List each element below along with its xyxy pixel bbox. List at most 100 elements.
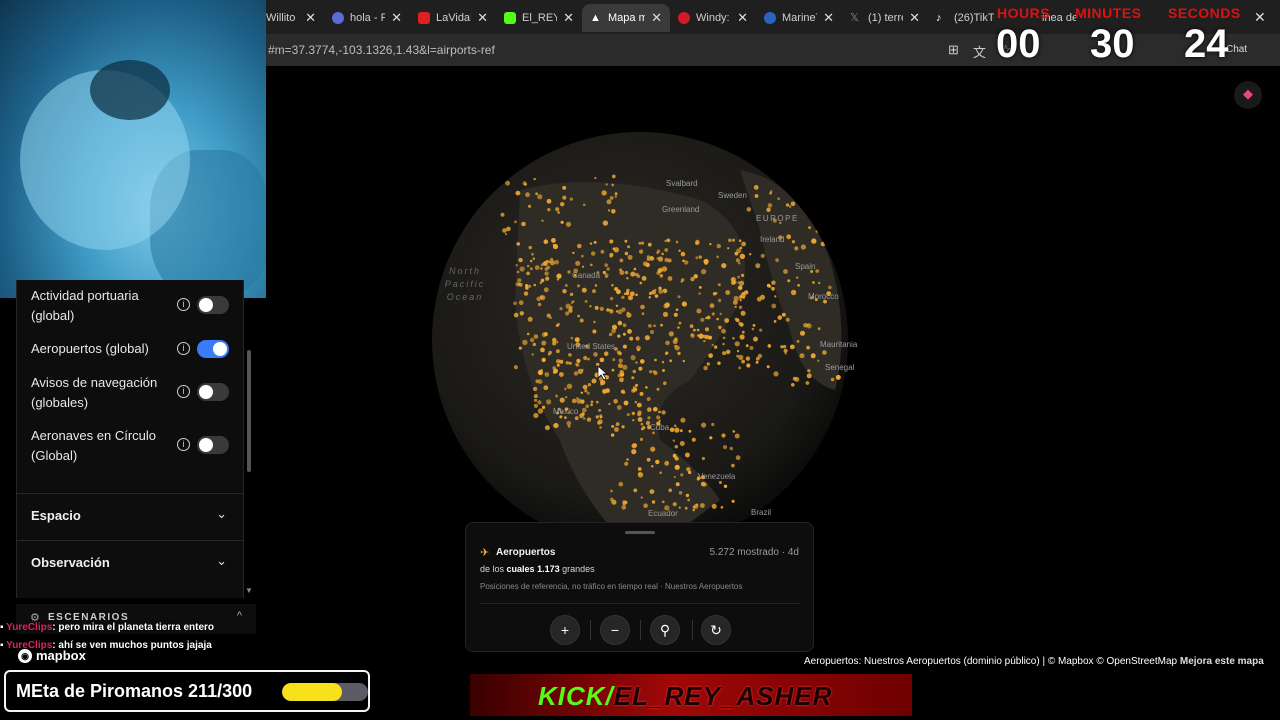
- airport-dot[interactable]: [688, 470, 692, 475]
- airport-dot[interactable]: [622, 323, 627, 328]
- airport-dot[interactable]: [562, 185, 567, 190]
- section-espacio[interactable]: Espacio ⌄: [17, 493, 243, 539]
- airport-dot[interactable]: [627, 245, 631, 249]
- airport-dot[interactable]: [548, 350, 552, 355]
- airport-dot[interactable]: [678, 321, 682, 325]
- airport-dot[interactable]: [622, 391, 626, 394]
- airport-dot[interactable]: [618, 358, 623, 363]
- airport-dot[interactable]: [537, 194, 543, 200]
- airport-dot[interactable]: [648, 296, 651, 299]
- airport-dot[interactable]: [654, 288, 657, 292]
- airport-dot[interactable]: [651, 289, 656, 295]
- airport-dot[interactable]: [609, 308, 613, 312]
- airport-dot[interactable]: [533, 403, 539, 408]
- airport-dot[interactable]: [593, 352, 598, 357]
- airport-dot[interactable]: [677, 326, 680, 329]
- airport-dot[interactable]: [613, 399, 618, 404]
- airport-dot[interactable]: [546, 265, 551, 270]
- airport-dot[interactable]: [768, 284, 772, 288]
- browser-tab[interactable]: ♪ (26)TikTo: [928, 4, 1002, 32]
- airport-dot[interactable]: [663, 381, 667, 386]
- airport-dot[interactable]: [732, 337, 735, 340]
- airport-dot[interactable]: [617, 334, 621, 338]
- airport-dot[interactable]: [591, 251, 596, 256]
- browser-tab[interactable]: 𝕏 (1) terre ✕: [842, 4, 928, 32]
- airport-dot[interactable]: [579, 413, 584, 419]
- airport-dot[interactable]: [621, 505, 627, 510]
- airport-dot[interactable]: [662, 288, 668, 294]
- airport-dot[interactable]: [590, 263, 593, 267]
- airport-dot[interactable]: [556, 359, 561, 364]
- airport-dot[interactable]: [544, 267, 549, 271]
- airport-dot[interactable]: [684, 452, 690, 458]
- airport-dot[interactable]: [775, 258, 779, 262]
- airport-dot[interactable]: [624, 251, 629, 256]
- airport-dot[interactable]: [677, 295, 681, 299]
- airport-dot[interactable]: [760, 253, 765, 258]
- airport-dot[interactable]: [810, 353, 816, 359]
- airport-dot[interactable]: [634, 272, 639, 277]
- airport-dot[interactable]: [830, 208, 834, 213]
- airport-dot[interactable]: [704, 334, 710, 340]
- airport-dot[interactable]: [815, 269, 819, 273]
- airport-dot[interactable]: [718, 481, 722, 484]
- airport-dot[interactable]: [549, 316, 552, 320]
- airport-dot[interactable]: [611, 283, 614, 287]
- airport-dot[interactable]: [655, 459, 660, 465]
- airport-dot[interactable]: [673, 424, 677, 428]
- airport-dot[interactable]: [581, 254, 584, 258]
- airport-dot[interactable]: [559, 359, 564, 364]
- airport-dot[interactable]: [830, 377, 835, 382]
- airport-dot[interactable]: [738, 354, 744, 360]
- airport-dot[interactable]: [783, 348, 788, 353]
- airport-dot[interactable]: [657, 268, 663, 274]
- browser-tab[interactable]: Willito St ✕: [258, 4, 324, 32]
- airport-dot[interactable]: [547, 260, 551, 264]
- airport-dot[interactable]: [608, 332, 613, 337]
- airport-dot[interactable]: [543, 261, 548, 266]
- tab-close-icon[interactable]: ✕: [737, 10, 748, 26]
- airport-dot[interactable]: [736, 350, 740, 353]
- airport-dot[interactable]: [674, 456, 680, 461]
- airport-dot[interactable]: [759, 328, 763, 332]
- airport-dot[interactable]: [659, 274, 664, 278]
- airport-dot[interactable]: [766, 365, 770, 369]
- airport-dot[interactable]: [689, 324, 694, 329]
- airport-dot[interactable]: [589, 242, 593, 245]
- airport-dot[interactable]: [513, 301, 517, 306]
- airport-dot[interactable]: [568, 305, 573, 310]
- layer-toggle[interactable]: [197, 296, 229, 314]
- airport-dot[interactable]: [693, 504, 699, 509]
- airport-dot[interactable]: [791, 240, 796, 244]
- browser-tab[interactable]: hola - Re ✕: [324, 4, 410, 32]
- airport-dot[interactable]: [581, 265, 585, 268]
- airport-dot[interactable]: [714, 292, 718, 295]
- airport-dot[interactable]: [537, 400, 542, 405]
- airport-dot[interactable]: [576, 358, 581, 363]
- airport-dot[interactable]: [620, 389, 625, 394]
- airport-dot[interactable]: [647, 407, 652, 412]
- airport-dot[interactable]: [731, 463, 735, 468]
- airport-dot[interactable]: [600, 249, 605, 254]
- airport-dot[interactable]: [534, 398, 538, 402]
- airport-dot[interactable]: [732, 300, 738, 305]
- airport-dot[interactable]: [609, 252, 614, 257]
- airport-dot[interactable]: [665, 351, 669, 355]
- airport-dot[interactable]: [622, 344, 627, 349]
- airport-dot[interactable]: [711, 503, 717, 509]
- airport-dot[interactable]: [583, 355, 588, 361]
- airport-dot[interactable]: [555, 207, 560, 212]
- apps-icon[interactable]: ⊞: [948, 42, 959, 61]
- airport-dot[interactable]: [696, 334, 700, 337]
- airport-dot[interactable]: [615, 422, 620, 426]
- airport-dot[interactable]: [661, 266, 668, 272]
- airport-dot[interactable]: [534, 265, 540, 270]
- airport-dot[interactable]: [581, 407, 587, 413]
- airport-dot[interactable]: [737, 261, 741, 265]
- airport-dot[interactable]: [623, 292, 627, 295]
- tab-close-icon[interactable]: ✕: [909, 10, 920, 26]
- airport-dot[interactable]: [518, 282, 521, 286]
- airport-dot[interactable]: [738, 321, 743, 326]
- airport-dot[interactable]: [818, 281, 821, 285]
- airport-dot[interactable]: [637, 412, 641, 417]
